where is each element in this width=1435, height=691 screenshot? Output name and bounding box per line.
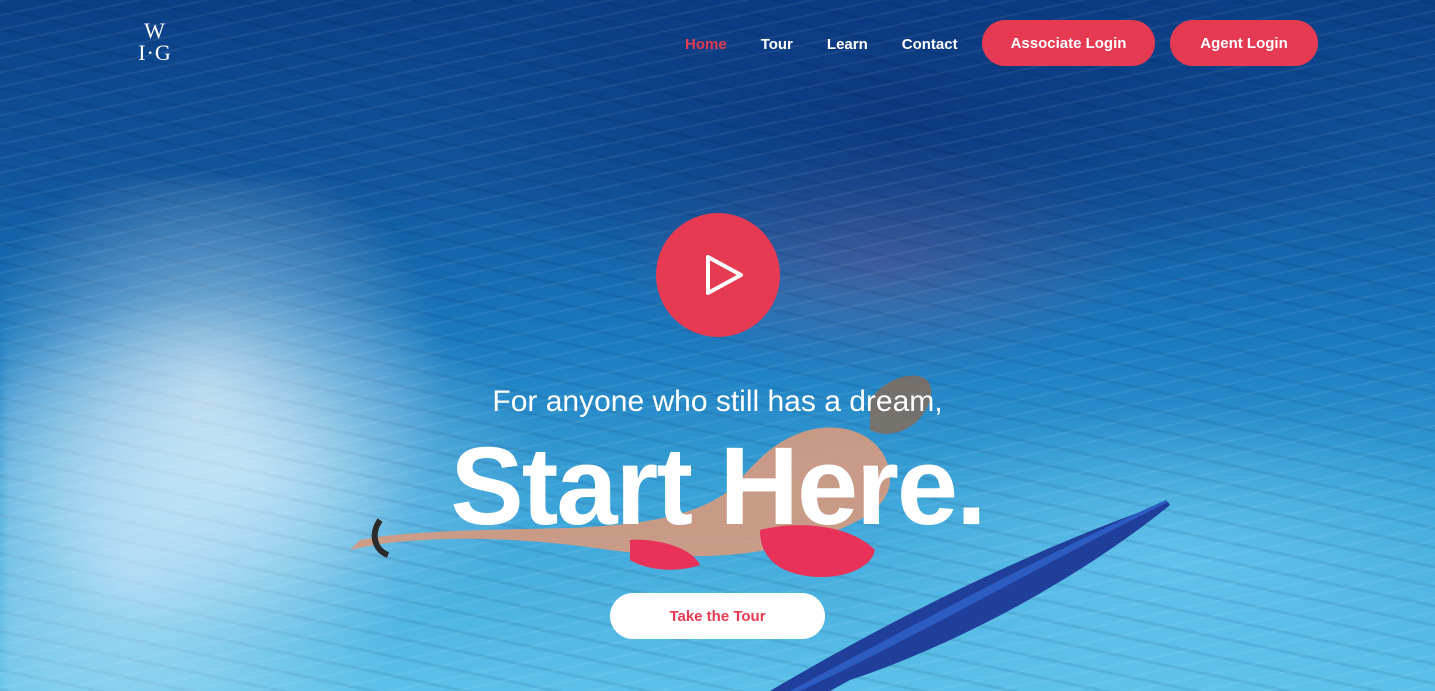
- hero-section: W I·G Home Tour Learn Contact Associate …: [0, 0, 1435, 691]
- logo-line-2: I·G: [138, 40, 172, 65]
- associate-login-button[interactable]: Associate Login: [982, 20, 1155, 66]
- main-nav: Home Tour Learn Contact: [685, 34, 992, 56]
- nav-learn[interactable]: Learn: [827, 34, 868, 56]
- brand-logo[interactable]: W I·G: [130, 20, 180, 70]
- nav-tour[interactable]: Tour: [761, 34, 793, 56]
- nav-home[interactable]: Home: [685, 34, 727, 56]
- play-icon: [706, 255, 743, 295]
- take-tour-button[interactable]: Take the Tour: [610, 593, 825, 639]
- hero-tagline: For anyone who still has a dream,: [492, 385, 943, 418]
- play-video-button[interactable]: [656, 213, 780, 337]
- logo-line-1: W: [144, 18, 166, 43]
- hero-headline: Start Here.: [450, 425, 986, 548]
- agent-login-button[interactable]: Agent Login: [1170, 20, 1318, 66]
- nav-contact[interactable]: Contact: [902, 34, 958, 56]
